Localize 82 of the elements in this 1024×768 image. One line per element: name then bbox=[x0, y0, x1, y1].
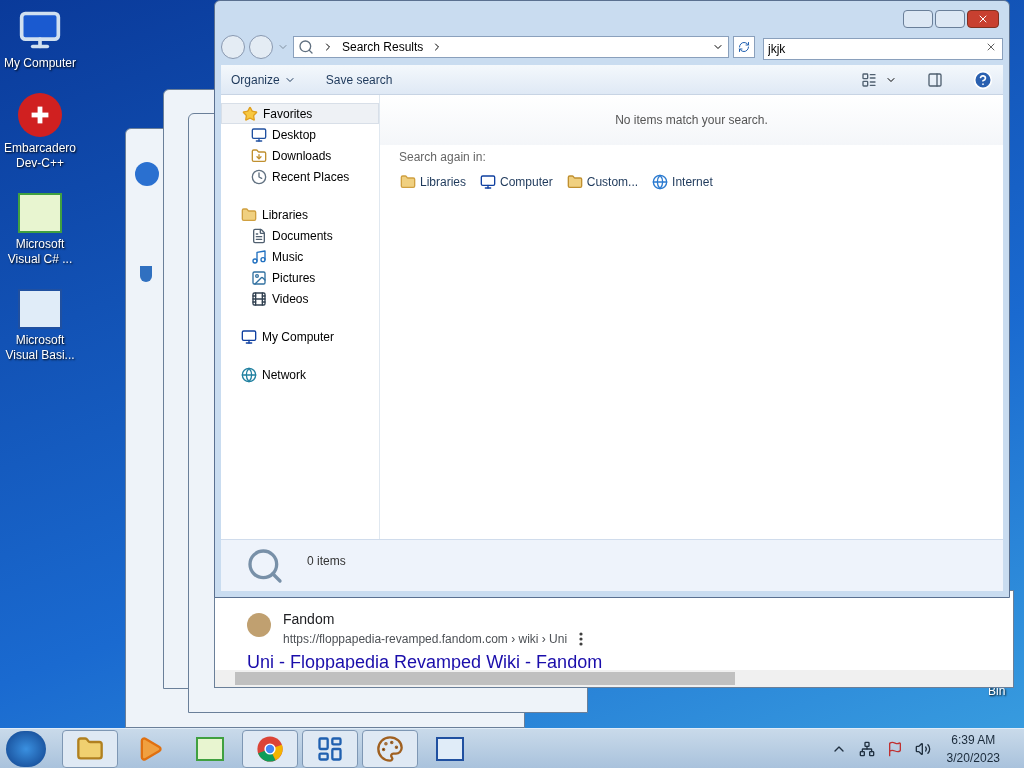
start-button[interactable] bbox=[6, 730, 46, 767]
result-link[interactable]: Uni - Floppapedia Revamped Wiki - Fandom bbox=[247, 652, 603, 672]
preview-pane-button[interactable] bbox=[927, 71, 943, 88]
desktop-icon-label: My Computer bbox=[3, 56, 77, 71]
refresh-icon bbox=[738, 41, 750, 53]
list-view-icon bbox=[861, 71, 877, 88]
taskbar-button[interactable] bbox=[302, 729, 358, 768]
site-url: https://floppapedia-revamped.fandom.com › wiki › Uni bbox=[283, 631, 568, 648]
site-name: Fandom bbox=[283, 610, 336, 629]
help-button[interactable] bbox=[973, 69, 993, 90]
chrome-icon bbox=[256, 734, 284, 763]
nav-item[interactable]: Downloads bbox=[221, 145, 379, 166]
computer-icon bbox=[480, 174, 497, 190]
dev-cpp-icon bbox=[18, 93, 62, 137]
pane-icon bbox=[927, 71, 943, 88]
clock-time[interactable]: 6:39 AM bbox=[951, 730, 996, 749]
toolbar-button[interactable]: Organize bbox=[231, 70, 296, 89]
nav-item[interactable]: Pictures bbox=[221, 267, 379, 288]
code-file-icon bbox=[18, 289, 62, 329]
desktop-icon-label: Microsoft Visual C# ... bbox=[6, 237, 74, 267]
star-icon bbox=[242, 105, 258, 122]
close-button[interactable] bbox=[967, 10, 999, 28]
close-icon bbox=[977, 13, 989, 25]
nav-item[interactable]: Recent Places bbox=[221, 166, 379, 187]
monitor-icon bbox=[251, 126, 267, 143]
item-count: 0 items bbox=[307, 553, 346, 570]
code-file-icon bbox=[18, 193, 62, 233]
nav-item[interactable]: My Computer bbox=[221, 326, 379, 347]
film-icon bbox=[251, 290, 267, 307]
code-file-icon bbox=[436, 736, 464, 761]
computer-icon bbox=[241, 328, 257, 345]
nav-item[interactable]: Libraries bbox=[221, 204, 379, 225]
search-field[interactable]: jkjk bbox=[763, 38, 1003, 60]
taskbar-button[interactable] bbox=[242, 729, 298, 768]
desktop-icon-label: Embarcadero Dev-C++ bbox=[2, 141, 77, 171]
search-icon bbox=[298, 39, 314, 55]
nav-item[interactable]: Videos bbox=[221, 288, 379, 309]
search-location-link[interactable]: Libraries bbox=[400, 173, 467, 191]
code-file-icon bbox=[196, 736, 224, 761]
view-button[interactable] bbox=[861, 71, 897, 88]
nav-item[interactable]: Desktop bbox=[221, 124, 379, 145]
search-icon bbox=[245, 546, 285, 586]
desktop-icon-label: Microsoft Visual Basi... bbox=[4, 333, 76, 363]
document-icon bbox=[251, 227, 267, 244]
clock-date[interactable]: 3/20/2023 bbox=[946, 748, 1000, 767]
nav-item[interactable]: Music bbox=[221, 246, 379, 267]
taskbar-button[interactable] bbox=[362, 729, 418, 768]
clock-icon bbox=[251, 168, 267, 185]
palette-icon bbox=[376, 734, 404, 763]
nav-item[interactable]: Documents bbox=[221, 225, 379, 246]
nav-item[interactable]: Favorites bbox=[221, 103, 379, 124]
site-favicon bbox=[247, 613, 271, 637]
nav-item[interactable]: Network bbox=[221, 364, 379, 385]
globe-icon bbox=[241, 366, 257, 383]
folder-icon bbox=[400, 174, 416, 190]
folder-icon bbox=[566, 174, 583, 190]
search-location-link[interactable]: Custom... bbox=[566, 173, 639, 191]
search-again-label: Search again in: bbox=[398, 149, 487, 166]
flag-icon[interactable] bbox=[886, 740, 903, 757]
taskbar-button[interactable] bbox=[62, 729, 118, 768]
search-location-link[interactable]: Internet bbox=[652, 173, 713, 191]
maximize-button[interactable] bbox=[935, 10, 965, 28]
breadcrumb: Search Results bbox=[342, 39, 424, 56]
more-icon bbox=[579, 632, 584, 646]
address-bar[interactable]: Search Results bbox=[293, 36, 729, 58]
search-location-link[interactable]: Computer bbox=[480, 173, 553, 191]
clear-icon[interactable] bbox=[985, 41, 997, 53]
shield-icon bbox=[140, 266, 152, 282]
help-icon bbox=[973, 69, 993, 90]
globe-icon bbox=[652, 174, 669, 190]
folder-icon bbox=[251, 147, 267, 164]
volume-icon[interactable] bbox=[914, 740, 931, 757]
network-icon[interactable] bbox=[858, 740, 875, 757]
refresh-button[interactable] bbox=[733, 36, 755, 58]
minimize-button[interactable] bbox=[903, 10, 933, 28]
folder-icon bbox=[76, 734, 104, 763]
folder-icon bbox=[241, 206, 257, 223]
empty-message: No items match your search. bbox=[615, 112, 768, 129]
music-note-icon bbox=[251, 248, 267, 265]
dashboard-icon bbox=[316, 734, 344, 763]
picture-icon bbox=[251, 269, 267, 286]
toolbar-button[interactable]: Save search bbox=[325, 70, 393, 89]
